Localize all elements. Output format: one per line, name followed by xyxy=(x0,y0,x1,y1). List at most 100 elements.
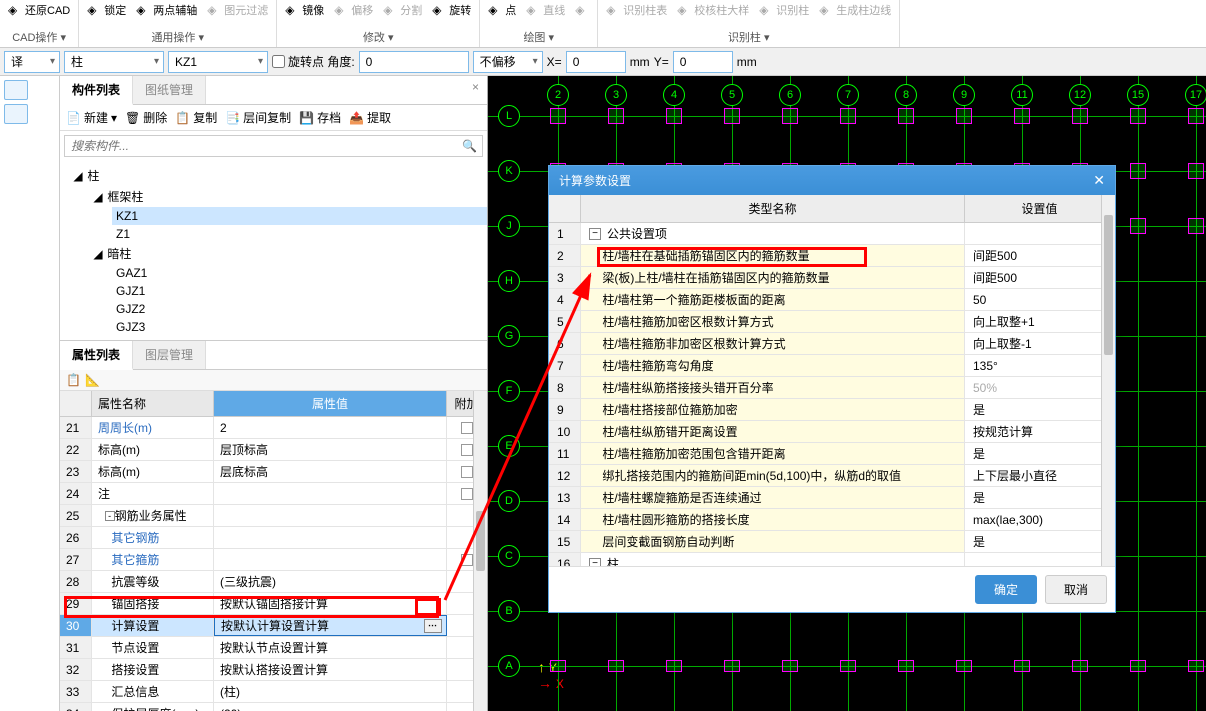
modal-titlebar[interactable]: 计算参数设置 ✕ xyxy=(549,166,1115,195)
modal-row-6[interactable]: 6 柱/墙柱箍筋非加密区根数计算方式向上取整-1 xyxy=(549,333,1115,355)
strip-icon-2[interactable] xyxy=(4,104,28,124)
prop-checkbox[interactable] xyxy=(461,554,473,566)
modal-row-5[interactable]: 5 柱/墙柱箍筋加密区根数计算方式向上取整+1 xyxy=(549,311,1115,333)
column-rect[interactable] xyxy=(1130,660,1146,672)
prop-row-29[interactable]: 29 锚固搭接按默认锚固搭接计算 xyxy=(60,593,487,615)
ribbon-group-label[interactable]: 修改 ▾ xyxy=(285,29,471,45)
rotate-checkbox[interactable]: 旋转点 角度: xyxy=(272,53,355,70)
tree-group[interactable]: ◢ 暗柱 xyxy=(92,243,487,264)
search-icon[interactable]: 🔍 xyxy=(462,139,477,153)
column-rect[interactable] xyxy=(724,108,740,124)
ribbon-lock[interactable]: ◈锁定 xyxy=(87,2,126,18)
column-rect[interactable] xyxy=(1014,660,1030,672)
modal-close-icon[interactable]: ✕ xyxy=(1093,172,1105,189)
toolbar-drop3[interactable]: KZ1 xyxy=(168,51,268,73)
ribbon-point[interactable]: ◈点 xyxy=(488,2,516,18)
delete-button[interactable]: 🗑 删除 xyxy=(125,109,167,126)
offset-mode-drop[interactable]: 不偏移 xyxy=(473,51,543,73)
tree-leaf-GAZ1[interactable]: GAZ1 xyxy=(112,264,487,282)
column-rect[interactable] xyxy=(1072,108,1088,124)
prop-row-23[interactable]: 23标高(m)层底标高 xyxy=(60,461,487,483)
modal-row-16[interactable]: 16−柱 xyxy=(549,553,1115,566)
extract-button[interactable]: 📤 提取 xyxy=(349,109,391,126)
prop-row-30[interactable]: 30 计算设置按默认计算设置计算⋯ xyxy=(60,615,487,637)
tab-prop-list[interactable]: 属性列表 xyxy=(60,341,133,370)
modal-row-9[interactable]: 9 柱/墙柱搭接部位箍筋加密是 xyxy=(549,399,1115,421)
modal-row-2[interactable]: 2 柱/墙柱在基础插筋锚固区内的箍筋数量间距500 xyxy=(549,245,1115,267)
ellipsis-button[interactable]: ⋯ xyxy=(424,619,442,633)
modal-row-10[interactable]: 10 柱/墙柱纵筋错开距离设置按规范计算 xyxy=(549,421,1115,443)
collapse-icon[interactable]: − xyxy=(589,558,601,567)
column-rect[interactable] xyxy=(782,660,798,672)
prop-scrollbar[interactable] xyxy=(473,391,487,711)
column-rect[interactable] xyxy=(1072,660,1088,672)
ribbon-group-label[interactable]: 绘图 ▾ xyxy=(488,29,589,45)
column-rect[interactable] xyxy=(1014,108,1030,124)
column-rect[interactable] xyxy=(840,660,856,672)
column-rect[interactable] xyxy=(1188,218,1204,234)
prop-row-28[interactable]: 28 抗震等级(三级抗震) xyxy=(60,571,487,593)
prop-checkbox[interactable] xyxy=(461,466,473,478)
ribbon-group-label[interactable]: 通用操作 ▾ xyxy=(87,29,268,45)
column-rect[interactable] xyxy=(898,108,914,124)
ribbon-group-label[interactable]: 识别柱 ▾ xyxy=(606,29,891,45)
tree-group[interactable]: ◢ 框架柱 xyxy=(92,186,487,207)
modal-row-7[interactable]: 7 柱/墙柱箍筋弯勾角度135° xyxy=(549,355,1115,377)
close-icon[interactable]: × xyxy=(464,76,487,104)
column-rect[interactable] xyxy=(1188,660,1204,672)
prop-row-21[interactable]: 21周周长(m)2 xyxy=(60,417,487,439)
ribbon-mirror[interactable]: ◈镜像 xyxy=(285,2,324,18)
archive-button[interactable]: 💾 存档 xyxy=(299,109,341,126)
column-rect[interactable] xyxy=(666,660,682,672)
column-rect[interactable] xyxy=(1188,163,1204,179)
column-rect[interactable] xyxy=(608,108,624,124)
prop-row-25[interactable]: 25 - 钢筋业务属性 xyxy=(60,505,487,527)
tree-leaf-KZ1[interactable]: KZ1 xyxy=(112,207,487,225)
tab-component-list[interactable]: 构件列表 xyxy=(60,76,133,105)
rotate-angle-input[interactable]: 0 xyxy=(359,51,469,73)
ribbon-group-label[interactable]: CAD操作 ▾ xyxy=(8,29,70,45)
y-input[interactable]: 0 xyxy=(673,51,733,73)
prop-row-33[interactable]: 33 汇总信息(柱) xyxy=(60,681,487,703)
toolbar-drop2[interactable]: 柱 xyxy=(64,51,164,73)
column-rect[interactable] xyxy=(898,660,914,672)
new-button[interactable]: 📄 新建 ▾ xyxy=(66,109,117,126)
tree-leaf-GJZ3[interactable]: GJZ3 xyxy=(112,318,487,336)
tree-leaf-GJZ2[interactable]: GJZ2 xyxy=(112,300,487,318)
prop-row-26[interactable]: 26 其它钢筋 xyxy=(60,527,487,549)
column-rect[interactable] xyxy=(956,108,972,124)
prop-icon-2[interactable]: 📐 xyxy=(85,373,100,387)
column-rect[interactable] xyxy=(550,108,566,124)
modal-row-1[interactable]: 1−公共设置项 xyxy=(549,223,1115,245)
modal-row-4[interactable]: 4 柱/墙柱第一个箍筋距楼板面的距离50 xyxy=(549,289,1115,311)
search-input[interactable] xyxy=(64,135,483,157)
column-rect[interactable] xyxy=(1130,163,1146,179)
modal-row-14[interactable]: 14 柱/墙柱圆形箍筋的搭接长度max(lae,300) xyxy=(549,509,1115,531)
tree-leaf-GJZ1[interactable]: GJZ1 xyxy=(112,282,487,300)
column-rect[interactable] xyxy=(666,108,682,124)
prop-row-31[interactable]: 31 节点设置按默认节点设置计算 xyxy=(60,637,487,659)
ribbon-undo[interactable]: ◈还原CAD xyxy=(8,2,70,18)
collapse-icon[interactable]: − xyxy=(589,228,601,240)
tree-leaf-Z1[interactable]: Z1 xyxy=(112,225,487,243)
prop-checkbox[interactable] xyxy=(461,444,473,456)
prop-row-27[interactable]: 27 其它箍筋 xyxy=(60,549,487,571)
ok-button[interactable]: 确定 xyxy=(975,575,1037,604)
toolbar-drop1[interactable]: 译 xyxy=(4,51,60,73)
column-rect[interactable] xyxy=(608,660,624,672)
column-rect[interactable] xyxy=(840,108,856,124)
modal-row-3[interactable]: 3 梁(板)上柱/墙柱在插筋锚固区内的箍筋数量间距500 xyxy=(549,267,1115,289)
prop-row-34[interactable]: 34 保护层厚度(mm)(20) xyxy=(60,703,487,711)
modal-row-8[interactable]: 8 柱/墙柱纵筋搭接接头错开百分率50% xyxy=(549,377,1115,399)
prop-checkbox[interactable] xyxy=(461,422,473,434)
column-rect[interactable] xyxy=(724,660,740,672)
strip-icon-1[interactable] xyxy=(4,80,28,100)
column-rect[interactable] xyxy=(1130,218,1146,234)
prop-row-32[interactable]: 32 搭接设置按默认搭接设置计算 xyxy=(60,659,487,681)
column-rect[interactable] xyxy=(1188,108,1204,124)
tab-layer-mgmt[interactable]: 图层管理 xyxy=(133,341,206,369)
tab-drawing-mgmt[interactable]: 图纸管理 xyxy=(133,76,206,104)
modal-row-11[interactable]: 11 柱/墙柱箍筋加密范围包含错开距离是 xyxy=(549,443,1115,465)
prop-row-22[interactable]: 22标高(m)层顶标高 xyxy=(60,439,487,461)
modal-row-12[interactable]: 12 绑扎搭接范围内的箍筋间距min(5d,100)中，纵筋d的取值上下层最小直… xyxy=(549,465,1115,487)
